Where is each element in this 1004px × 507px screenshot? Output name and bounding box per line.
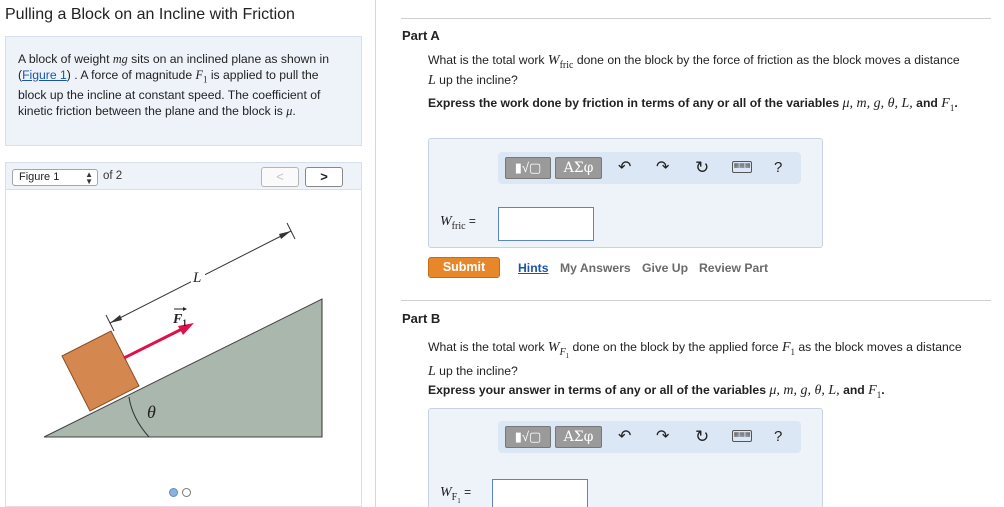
part-b-answer-input[interactable] xyxy=(492,479,588,507)
left-panel: Pulling a Block on an Incline with Frict… xyxy=(0,0,376,507)
reset-icon[interactable]: ↻ xyxy=(695,157,709,179)
dimension-arrowhead-end xyxy=(279,231,291,239)
undo-icon[interactable]: ↶ xyxy=(618,426,631,448)
incline-diagram: θ L F1 xyxy=(43,222,323,438)
part-b-answer-label: WF1 = xyxy=(440,485,472,505)
part-b-answer-box: ▮√▢ ΑΣφ ↶ ↷ ↻ ▦▦▦ ? WF1 = xyxy=(428,408,823,507)
part-a-title: Part A xyxy=(402,28,440,43)
pager-dot-active[interactable] xyxy=(169,488,178,497)
part-a-answer-label: Wfric = xyxy=(440,214,476,232)
my-answers-link[interactable]: My Answers xyxy=(560,261,631,275)
review-part-link[interactable]: Review Part xyxy=(699,261,768,275)
figure-navigation-bar: Figure 1 ▲ ▼ of 2 < > xyxy=(5,162,362,190)
distance-label-L: L xyxy=(192,270,201,286)
divider xyxy=(401,300,991,301)
help-icon[interactable]: ? xyxy=(774,426,782,448)
math-toolbar: ▮√▢ ΑΣφ ↶ ↷ ↻ ▦▦▦ ? xyxy=(498,152,801,184)
next-figure-button[interactable]: > xyxy=(305,167,343,187)
give-up-link[interactable]: Give Up xyxy=(642,261,688,275)
math-toolbar: ▮√▢ ΑΣφ ↶ ↷ ↻ ▦▦▦ ? xyxy=(498,421,801,453)
part-a-instructions: Express the work done by friction in ter… xyxy=(428,96,958,113)
part-b-title: Part B xyxy=(402,311,441,326)
hints-link[interactable]: Hints xyxy=(518,261,548,275)
undo-icon[interactable]: ↶ xyxy=(618,157,631,179)
force-arrow xyxy=(123,326,185,360)
figure-viewer: θ L F1 xyxy=(5,190,362,507)
help-icon[interactable]: ? xyxy=(774,157,782,179)
theta-label: θ xyxy=(147,402,156,422)
part-a-question: What is the total work Wfric done on the… xyxy=(428,53,960,88)
select-arrows-icon: ▲ ▼ xyxy=(85,170,93,186)
dimension-arrowhead-start xyxy=(110,315,122,323)
part-a-answer-input[interactable] xyxy=(498,207,594,241)
greek-symbols-button[interactable]: ΑΣφ xyxy=(555,157,602,179)
pager-dot[interactable] xyxy=(182,488,191,497)
keyboard-icon[interactable]: ▦▦▦ xyxy=(732,430,752,442)
force-label: F1 xyxy=(172,312,187,328)
templates-button[interactable]: ▮√▢ xyxy=(505,426,551,448)
part-a-answer-box: ▮√▢ ΑΣφ ↶ ↷ ↻ ▦▦▦ ? Wfric = xyxy=(428,138,823,248)
templates-button[interactable]: ▮√▢ xyxy=(505,157,551,179)
redo-icon[interactable]: ↷ xyxy=(656,157,669,179)
keyboard-icon[interactable]: ▦▦▦ xyxy=(732,161,752,173)
divider xyxy=(401,18,991,19)
previous-figure-button[interactable]: < xyxy=(261,167,299,187)
reset-icon[interactable]: ↻ xyxy=(695,426,709,448)
problem-title: Pulling a Block on an Incline with Frict… xyxy=(5,6,295,23)
figure-select[interactable]: Figure 1 ▲ ▼ xyxy=(12,169,98,186)
part-b-instructions: Express your answer in terms of any or a… xyxy=(428,383,885,400)
figure-pager-dots xyxy=(169,484,195,502)
figure-count: of 2 xyxy=(103,170,123,182)
greek-symbols-button[interactable]: ΑΣφ xyxy=(555,426,602,448)
redo-icon[interactable]: ↷ xyxy=(656,426,669,448)
part-b-question: What is the total work WF1 done on the b… xyxy=(428,340,962,379)
questions-panel: Part A What is the total work Wfric done… xyxy=(377,0,1004,507)
figure-link[interactable]: Figure 1 xyxy=(22,68,67,82)
problem-statement: A block of weight mg sits on an inclined… xyxy=(5,36,362,146)
submit-button[interactable]: Submit xyxy=(428,257,500,278)
